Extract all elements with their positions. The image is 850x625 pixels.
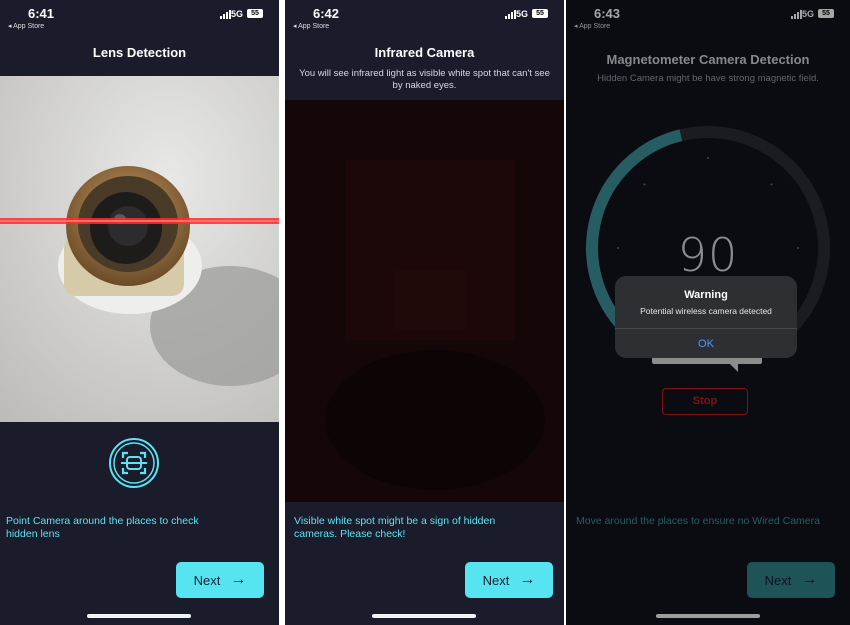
next-button[interactable]: Next → <box>465 562 553 598</box>
warning-alert: Warning Potential wireless camera detect… <box>615 276 797 358</box>
infrared-feed <box>285 100 564 502</box>
instruction-text: Visible white spot might be a sign of hi… <box>294 515 496 540</box>
lens-photo <box>0 76 279 422</box>
scan-button[interactable] <box>109 438 159 488</box>
lens-detection-screen: 6:41 ◂ App Store 5G 55 Lens Detection Po… <box>0 0 279 625</box>
infrared-camera-view <box>285 100 564 502</box>
instruction-text: Point Camera around the places to check … <box>6 515 199 540</box>
back-to-app-store-link[interactable]: ◂ App Store <box>8 22 44 30</box>
next-button-label: Next <box>193 572 221 588</box>
battery-icon: 55 <box>532 9 548 18</box>
page-subtitle: You will see infrared light as visible w… <box>299 68 550 91</box>
cellular-signal-icon <box>505 10 516 19</box>
page-title: Lens Detection <box>92 45 187 60</box>
home-indicator[interactable] <box>372 614 476 618</box>
status-bar: 6:41 ◂ App Store 5G 55 <box>0 4 279 30</box>
infrared-camera-screen: 6:42 ◂ App Store 5G 55 Infrared Camera Y… <box>285 0 564 625</box>
status-time: 6:41 <box>28 6 55 21</box>
alert-divider <box>615 328 797 329</box>
camera-preview <box>0 76 279 422</box>
page-title: Infrared Camera <box>374 45 475 60</box>
status-bar: 6:42 ◂ App Store 5G 55 <box>285 4 564 30</box>
next-button[interactable]: Next → <box>176 562 264 598</box>
network-type: 5G <box>515 9 528 19</box>
arrow-right-icon: → <box>230 571 247 588</box>
next-button-label: Next <box>482 572 510 588</box>
home-indicator[interactable] <box>87 614 191 618</box>
alert-title: Warning <box>684 289 728 301</box>
arrow-right-icon: → <box>519 571 536 588</box>
back-to-app-store-link[interactable]: ◂ App Store <box>293 22 329 30</box>
network-type: 5G <box>230 9 243 19</box>
magnetometer-detection-screen: 6:43 ◂ App Store 5G 55 Magnetometer Came… <box>566 0 850 625</box>
status-time: 6:42 <box>313 6 340 21</box>
face-scan-icon <box>113 442 155 484</box>
alert-ok-button[interactable]: OK <box>615 338 797 350</box>
battery-icon: 55 <box>247 9 263 18</box>
cellular-signal-icon <box>220 10 231 19</box>
alert-message: Potential wireless camera detected <box>640 306 772 316</box>
